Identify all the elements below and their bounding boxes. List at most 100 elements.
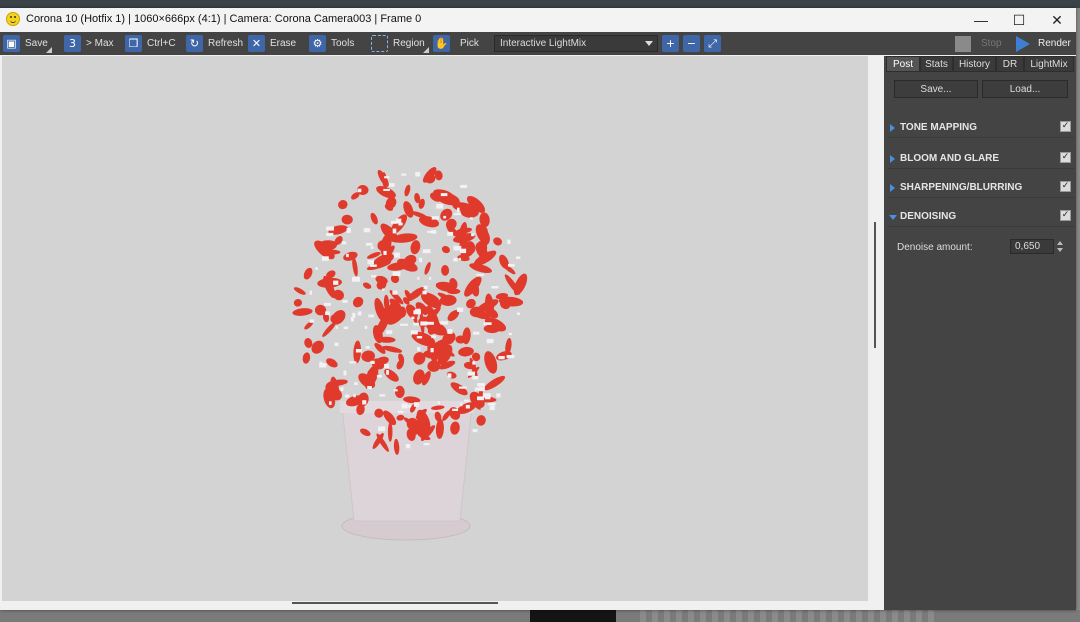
leaf [302,352,311,364]
leaf-highlight [365,346,370,349]
leaf [292,308,313,316]
minimize-button[interactable]: — [962,8,1000,32]
leaf-highlight [483,322,492,325]
chevron-down-icon [645,41,653,46]
leaf-highlight [349,361,357,364]
leaf-highlight [440,193,448,197]
leaf [317,277,342,288]
leaf-highlight [423,443,430,446]
erase-button[interactable]: ✕ Erase [248,34,296,53]
denoise-spinner[interactable] [1056,240,1064,253]
denoising-checkbox[interactable]: ✓ [1060,210,1071,221]
vertical-scrollbar[interactable] [874,222,876,348]
leaf [326,358,338,368]
close-button[interactable]: ✕ [1038,8,1076,32]
zoom-fit-button[interactable]: ⤢ [704,35,721,52]
leaf-highlight [370,264,377,267]
leaf [394,385,405,398]
leaf [441,246,450,254]
post-panel: Post Stats History DR LightMix Save... L… [884,56,1076,610]
save-label: Save [25,38,48,49]
leaf [476,415,486,426]
tools-button[interactable]: ⚙ Tools [309,34,354,53]
horizontal-scrollbar[interactable] [292,602,498,604]
section-label: BLOOM AND GLARE [900,153,1000,164]
sharpening-checkbox[interactable]: ✓ [1060,181,1071,192]
leaf-highlight [485,396,491,400]
leaf-highlight [357,311,362,316]
leaf-highlight [476,273,484,276]
leaf-highlight [408,405,412,408]
tab-history[interactable]: History [953,56,996,72]
leaf-highlight [334,342,339,346]
render-button[interactable]: Render [1016,34,1071,53]
leaf-highlight [429,277,432,280]
refresh-button[interactable]: ↻ Refresh [186,34,243,53]
maximize-button[interactable]: ☐ [1000,8,1038,32]
leaf [483,375,506,391]
leaf-highlight [405,444,411,449]
stop-icon [955,35,971,52]
zoom-fit-icon: ⤢ [708,36,717,50]
region-button[interactable]: Region [371,34,429,53]
leaf-highlight [365,242,373,246]
expand-arrow-icon [890,155,895,163]
leaf-highlight [362,400,367,405]
refresh-icon: ↻ [186,35,203,52]
leaf-highlight [309,319,315,323]
section-label: SHARPENING/BLURRING [900,182,1023,193]
tone-mapping-checkbox[interactable]: ✓ [1060,121,1071,132]
tab-lightmix[interactable]: LightMix [1024,56,1074,72]
copy-to-max-button[interactable]: 3 > Max [64,34,114,53]
leaf-highlight [422,249,431,254]
lightmix-dropdown[interactable]: Interactive LightMix [494,35,658,52]
title-bar[interactable]: Corona 10 (Hotfix 1) | 1060×666px (4:1) … [0,8,1076,32]
tab-post[interactable]: Post [886,56,920,72]
leaf-highlight [508,332,513,336]
pick-button[interactable]: ✋ Pick [433,34,479,53]
copy-button[interactable]: ❐ Ctrl+C [125,34,176,53]
pick-hand-icon: ✋ [433,35,450,52]
stop-button[interactable]: Stop [955,34,1002,53]
section-denoising[interactable]: DENOISING ✓ [888,207,1074,227]
leaf-highlight [383,250,387,255]
leaf-highlight [397,410,404,414]
section-bloom-and-glare[interactable]: BLOOM AND GLARE ✓ [888,149,1074,169]
zoom-in-button[interactable]: + [662,35,679,52]
render-play-icon [1016,35,1030,52]
save-button[interactable]: ▣ Save [3,34,52,53]
leaf-highlight [342,300,348,303]
leaf-highlight [453,213,462,216]
save-preset-button[interactable]: Save... [894,80,978,98]
leaf-highlight [440,321,448,325]
bloom-glare-checkbox[interactable]: ✓ [1060,152,1071,163]
leaf-highlight [423,285,428,290]
leaf [458,346,474,357]
section-label: DENOISING [900,211,957,222]
section-tone-mapping[interactable]: TONE MAPPING ✓ [888,118,1074,138]
leaf-highlight [477,383,485,387]
tab-stats[interactable]: Stats [920,56,953,72]
leaf-highlight [443,215,447,219]
section-sharpening-blurring[interactable]: SHARPENING/BLURRING ✓ [888,178,1074,198]
submenu-corner-icon [45,47,52,53]
leaf-highlight [460,402,463,407]
leaf [446,288,461,295]
leaf-highlight [343,370,347,376]
leaf-highlight [471,233,475,237]
collapse-arrow-icon [889,215,897,220]
leaf-highlight [472,375,479,380]
leaf [303,267,313,280]
leaf-highlight [491,286,499,289]
denoise-amount-input[interactable]: 0,650 [1010,239,1054,254]
leaf-highlight [430,348,434,353]
load-preset-button[interactable]: Load... [982,80,1068,98]
leaf-highlight [353,394,356,398]
tab-dr[interactable]: DR [996,56,1024,72]
leaf [343,251,358,261]
render-viewport[interactable] [2,56,868,601]
leaf-highlight [431,216,439,220]
zoom-out-button[interactable]: − [683,35,700,52]
leaf-highlight [416,336,423,339]
leaf-highlight [367,386,372,390]
